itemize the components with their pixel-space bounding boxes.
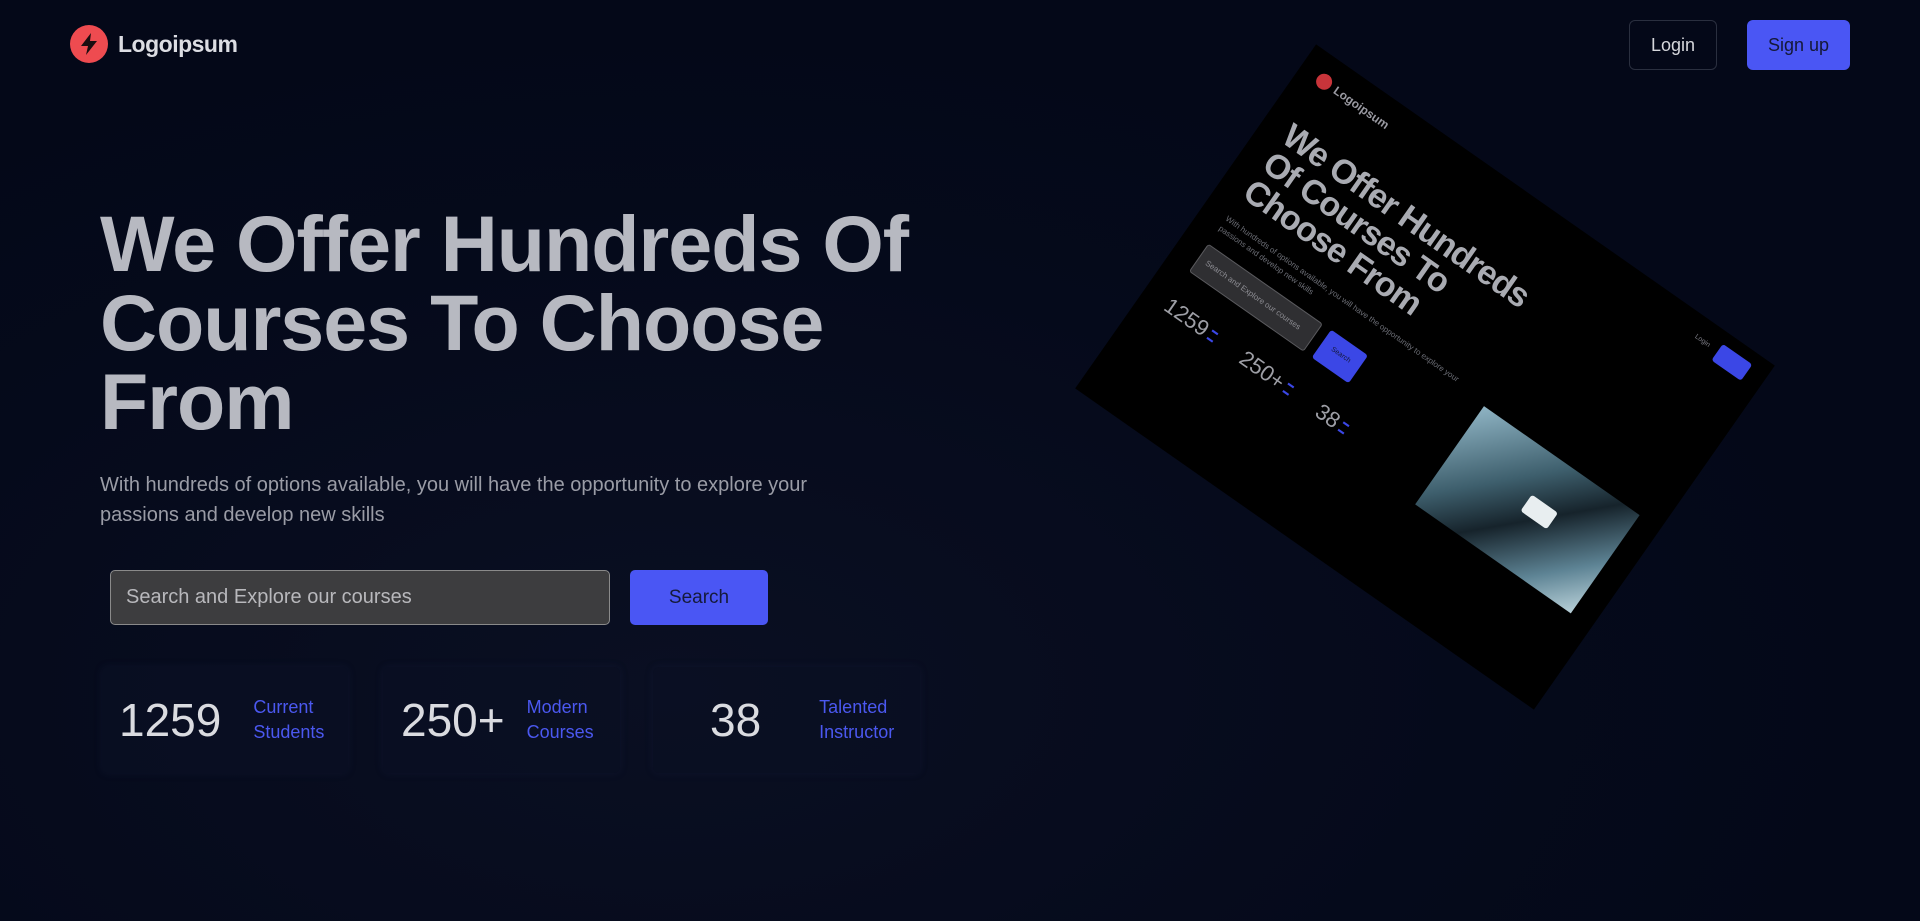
preview-image <box>1415 406 1640 614</box>
stat-value: 1259 <box>119 694 222 746</box>
stat-label-line: Talented <box>819 697 888 717</box>
stat-current-students: 1259 Current Students <box>102 667 348 773</box>
preview-brand-name: Logoipsum <box>1330 83 1392 133</box>
lightning-bolt-icon <box>1312 70 1336 93</box>
search-button[interactable]: Search <box>630 570 768 625</box>
preview-login: Login <box>1693 333 1712 349</box>
preview-stat: 250+ ▬ ▬ <box>1234 345 1299 401</box>
preview-signup-button <box>1711 343 1753 381</box>
preview-stat: 38 ▬ ▬ <box>1310 399 1354 441</box>
tilted-site-preview: Logoipsum Login We Offer Hundreds Of Cou… <box>1075 44 1775 710</box>
stat-label-line: Students <box>253 722 325 742</box>
stat-value: 38 <box>710 694 762 746</box>
brand-logo[interactable]: Logoipsum <box>70 25 238 63</box>
hero-title-line: We Offer Hundreds Of <box>100 199 909 288</box>
preview-search-button: Search <box>1311 329 1369 384</box>
hero-title-line: Courses To Choose <box>100 278 824 367</box>
stat-label: Talented Instructor <box>819 695 894 745</box>
preview-stat-value: 250+ <box>1234 345 1290 395</box>
signup-button[interactable]: Sign up <box>1747 20 1850 70</box>
hero-subtitle: With hundreds of options available, you … <box>100 474 808 526</box>
preview-logo: Logoipsum <box>1312 70 1392 133</box>
stat-label-line: Courses <box>526 722 594 742</box>
landing-page: Logoipsum Login Sign up We Offer Hundred… <box>0 0 1920 921</box>
stat-modern-courses: 250+ Modern Courses <box>383 667 620 773</box>
login-button[interactable]: Login <box>1629 20 1717 70</box>
stat-label-line: Modern <box>526 697 588 717</box>
stat-label-line: Current <box>253 697 314 717</box>
preview-stat: 1259 ▬ ▬ <box>1159 293 1223 349</box>
preview-stat-value: 1259 <box>1159 292 1215 342</box>
search-input[interactable] <box>110 570 610 625</box>
stat-value: 250+ <box>401 694 505 746</box>
brand-name: Logoipsum <box>118 30 238 57</box>
hero-title-line: From <box>100 357 294 446</box>
lightning-bolt-icon <box>70 25 108 63</box>
stat-label: Modern Courses <box>527 695 594 745</box>
hero-title: We Offer Hundreds Of Courses To Choose F… <box>100 204 980 441</box>
car-image-icon <box>1520 494 1559 530</box>
stat-label: Current Students <box>253 695 324 745</box>
stat-talented-instructor: 38 Talented Instructor <box>653 667 920 773</box>
stat-label-line: Instructor <box>819 722 895 742</box>
